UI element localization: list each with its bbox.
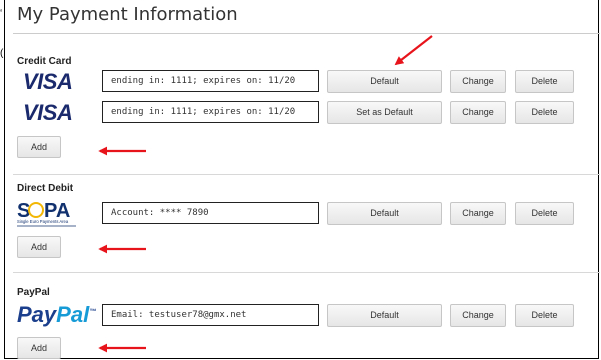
arrow-to-default-button [394,35,433,66]
annotation-arrows [98,35,433,353]
